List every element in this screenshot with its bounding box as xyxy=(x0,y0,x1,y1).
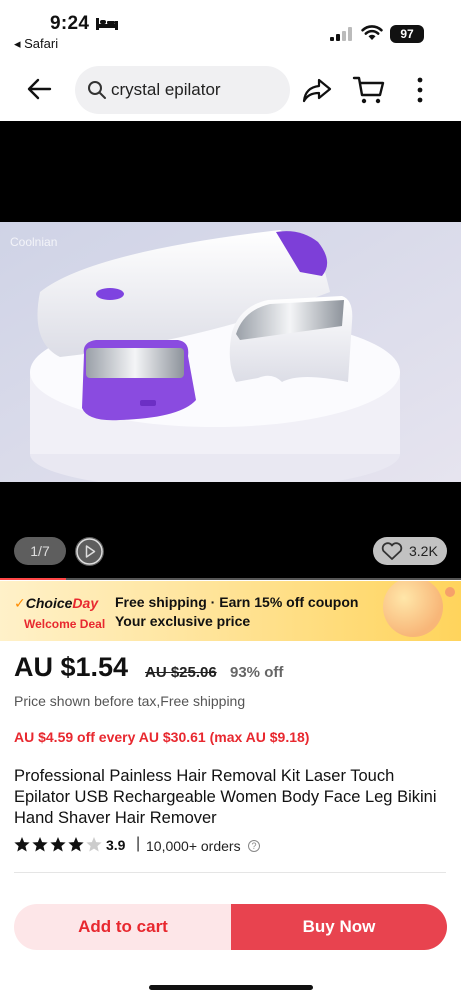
buy-now-button[interactable]: Buy Now xyxy=(231,904,447,950)
search-icon xyxy=(88,81,106,99)
tax-shipping-note: Price shown before tax,Free shipping xyxy=(14,693,246,709)
rating-star xyxy=(86,837,102,852)
cart-icon[interactable] xyxy=(352,74,386,106)
rating-star xyxy=(32,837,48,852)
section-divider xyxy=(14,872,446,873)
rating-star xyxy=(68,837,84,852)
rating-score: 3.9 xyxy=(106,837,126,853)
top-nav: crystal epilator xyxy=(0,62,461,118)
image-counter: 1/7 xyxy=(14,537,66,565)
watermark-text: Coolnian xyxy=(10,235,57,249)
wishlist-button[interactable]: 3.2K xyxy=(373,537,447,565)
rating-separator: | xyxy=(136,835,141,852)
original-price: AU $25.06 xyxy=(145,664,217,681)
current-price: AU $1.54 xyxy=(14,652,129,682)
home-indicator xyxy=(149,985,313,990)
cellular-signal-icon xyxy=(330,27,352,41)
wishlist-count: 3.2K xyxy=(409,543,438,559)
welcome-deal-label: Welcome Deal xyxy=(24,617,106,631)
info-icon[interactable]: ? xyxy=(248,840,260,852)
product-title: Professional Painless Hair Removal Kit L… xyxy=(14,767,437,827)
decorative-dot xyxy=(445,587,455,597)
choice-day-logo: ✓ChoiceDay xyxy=(14,595,99,611)
back-to-safari-link[interactable]: ◂ Safari xyxy=(14,36,58,52)
promo-line-price: Your exclusive price xyxy=(115,613,251,629)
brand-choice-text: Choice xyxy=(25,595,73,611)
media-progress-fill xyxy=(0,578,66,580)
promo-line-shipping: Free shipping · Earn 15% off coupon xyxy=(115,594,359,610)
discount-badge: 93% off xyxy=(230,664,284,681)
rating-stars-icon xyxy=(14,837,102,852)
rating-star xyxy=(14,837,30,852)
wifi-icon xyxy=(361,25,383,40)
media-progress-bar xyxy=(0,578,461,580)
battery-indicator: 97 xyxy=(390,25,424,43)
share-icon[interactable] xyxy=(300,75,334,105)
sleep-mode-icon xyxy=(96,18,118,30)
heart-icon xyxy=(381,542,403,560)
status-bar: 9:24 ◂ Safari 97 xyxy=(0,0,461,56)
brand-day-text: Day xyxy=(72,595,99,611)
search-bar[interactable]: crystal epilator xyxy=(75,66,290,114)
choice-day-banner[interactable]: ✓ChoiceDay Welcome Deal Free shipping · … xyxy=(0,581,461,641)
back-arrow-icon[interactable] xyxy=(22,74,56,104)
decorative-bubble xyxy=(383,581,443,637)
coupon-offer[interactable]: AU $4.59 off every AU $30.61 (max AU $9.… xyxy=(14,729,309,745)
orders-count: 10,000+ orders xyxy=(146,838,241,854)
product-media-gallery[interactable]: Coolnian 1/7 3.2K xyxy=(0,121,461,580)
more-options-icon[interactable] xyxy=(410,74,430,106)
play-icon xyxy=(76,538,103,565)
status-time: 9:24 xyxy=(50,13,90,34)
add-to-cart-button[interactable]: Add to cart xyxy=(14,904,232,950)
play-video-button[interactable] xyxy=(75,537,104,566)
product-image[interactable]: Coolnian xyxy=(0,222,461,482)
search-query[interactable]: crystal epilator xyxy=(111,80,221,100)
rating-star xyxy=(50,837,66,852)
